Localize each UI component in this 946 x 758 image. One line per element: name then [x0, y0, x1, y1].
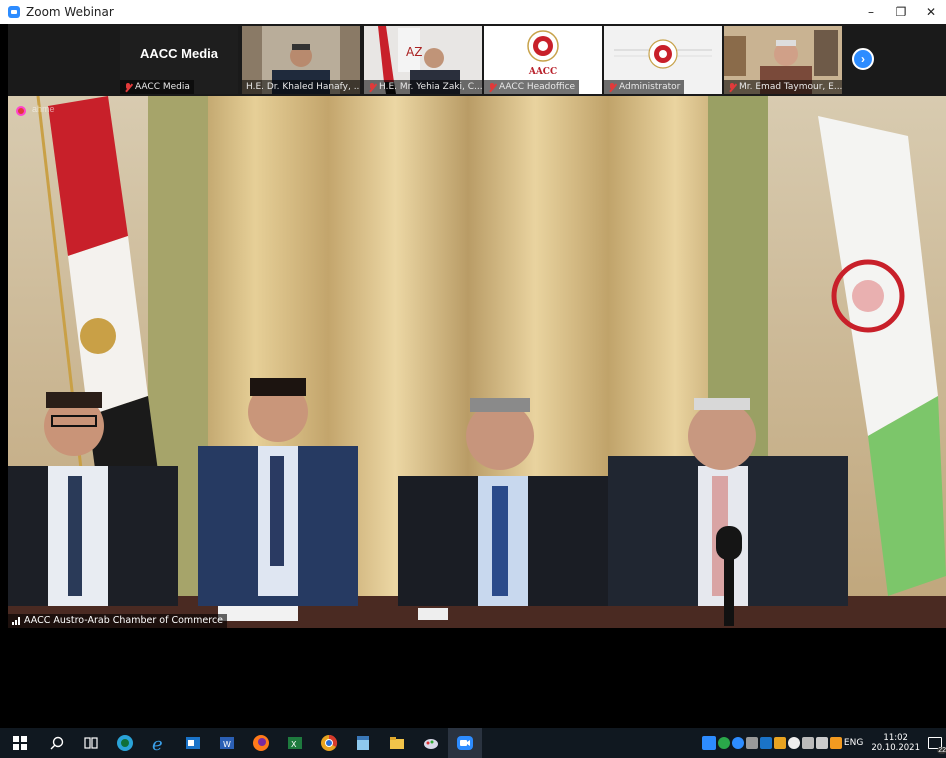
app-l-icon[interactable] [701, 736, 716, 750]
svg-text:W: W [223, 740, 231, 749]
restore-button[interactable]: ❐ [886, 0, 916, 24]
participant-name-card: AACC Media [139, 46, 218, 61]
participant-thumbnail[interactable]: Mr. Emad Taymour, E... [724, 26, 842, 94]
participant-label: H.E. Mr. Yehia Zaki, C... [364, 80, 482, 94]
mic-muted-icon [728, 82, 736, 92]
zoom-app-icon [8, 6, 20, 18]
windows-taskbar: e W X ENG 11:02 20.10.2021 22 [0, 728, 946, 758]
network-icon[interactable] [801, 737, 814, 749]
speaker-name-partial: ahme [32, 104, 55, 114]
speaker-label: AACC Austro-Arab Chamber of Commerce [8, 614, 228, 628]
app-orange-icon[interactable] [829, 737, 842, 749]
participant-label: AACC Media [120, 80, 194, 94]
security-icon[interactable] [717, 737, 730, 749]
svg-text:AACC: AACC [528, 67, 557, 77]
internet-explorer-icon[interactable]: e [142, 728, 176, 758]
firefox-icon[interactable] [244, 728, 278, 758]
word-icon[interactable]: W [210, 728, 244, 758]
speaker-video-scene [8, 96, 946, 628]
mic-muted-icon [608, 82, 616, 92]
participant-label: Mr. Emad Taymour, E... [724, 80, 842, 94]
participant-label: Administrator [604, 80, 685, 94]
windows-start-icon[interactable] [0, 728, 40, 758]
notepad-icon[interactable] [346, 728, 380, 758]
mic-muted-icon [488, 82, 496, 92]
clock-time: 11:02 [883, 733, 908, 743]
zoom-taskbar-icon[interactable] [448, 728, 482, 758]
zoom-tray-icon[interactable] [731, 737, 744, 749]
record-indicator-icon [16, 106, 26, 116]
notification-icon[interactable]: 22 [928, 737, 946, 754]
svg-text:e: e [152, 734, 163, 752]
notification-count: 22 [937, 747, 946, 754]
clock[interactable]: 11:02 20.10.2021 [871, 733, 920, 753]
window-title: Zoom Webinar [26, 5, 114, 19]
participant-thumbnail[interactable]: AACC Media AACC Media [120, 26, 238, 94]
battery-icon[interactable] [745, 737, 758, 749]
video-letterbox [8, 628, 946, 728]
close-button[interactable]: ✕ [916, 0, 946, 24]
chrome-icon[interactable] [312, 728, 346, 758]
mic-muted-icon [124, 82, 132, 92]
svg-text:X: X [291, 740, 297, 749]
volume-icon[interactable] [815, 737, 828, 749]
language-indicator[interactable]: ENG [844, 738, 863, 748]
title-bar: Zoom Webinar – ❐ ✕ [0, 0, 946, 24]
paint-icon[interactable] [414, 728, 448, 758]
clock-date: 20.10.2021 [871, 743, 920, 753]
sync-icon[interactable] [787, 737, 800, 749]
search-icon[interactable] [40, 728, 74, 758]
window-controls: – ❐ ✕ [856, 0, 946, 24]
minimize-button[interactable]: – [856, 0, 886, 24]
task-view-icon[interactable] [74, 728, 108, 758]
update-icon[interactable] [773, 737, 786, 749]
excel-icon[interactable]: X [278, 728, 312, 758]
signal-strength-icon [12, 617, 20, 625]
main-video[interactable]: ahme AACC Austro-Arab Chamber of Commerc… [8, 96, 946, 628]
file-explorer-icon[interactable] [380, 728, 414, 758]
chevron-right-icon: › [861, 52, 865, 66]
edge-icon[interactable] [108, 728, 142, 758]
participant-thumbnail[interactable]: H.E. Dr. Khaled Hanafy, ... [242, 26, 360, 94]
participant-label: H.E. Dr. Khaled Hanafy, ... [242, 80, 360, 94]
participant-thumbnail[interactable]: Administrator [604, 26, 722, 94]
participant-label: AACC Headoffice [484, 80, 580, 94]
participant-strip: AACC Media AACC Media H.E. Dr. Khaled Ha… [8, 24, 946, 96]
outlook-icon[interactable] [176, 728, 210, 758]
participant-thumbnail[interactable]: AZ H.E. Mr. Yehia Zaki, C... [364, 26, 482, 94]
outlook-tray-icon[interactable] [759, 737, 772, 749]
svg-text:AZ: AZ [406, 45, 422, 59]
system-tray: ENG 11:02 20.10.2021 22 [701, 728, 946, 758]
participant-thumbnail[interactable]: AACC AACC Headoffice [484, 26, 602, 94]
mic-muted-icon [368, 82, 376, 92]
next-page-button[interactable]: › [852, 48, 874, 70]
